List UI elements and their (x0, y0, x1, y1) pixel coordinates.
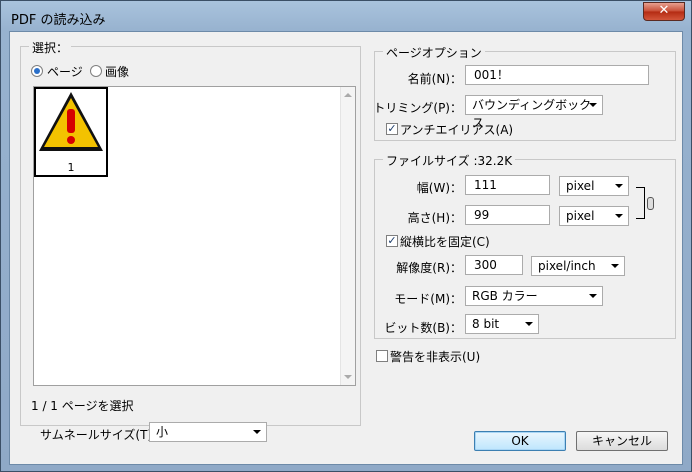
height-unit-select[interactable]: pixel (559, 206, 629, 226)
warning-icon (39, 92, 103, 151)
chevron-down-icon (253, 430, 261, 434)
thumbnail-size-select[interactable]: 小 (149, 422, 267, 442)
mode-label: モード(M)： (394, 292, 462, 306)
width-unit-select[interactable]: pixel (559, 176, 629, 196)
selection-group-title: 選択： (29, 39, 72, 56)
radio-image[interactable] (90, 65, 102, 77)
chevron-down-icon (615, 184, 623, 188)
radio-image-label: 画像 (105, 65, 130, 79)
height-unit-value: pixel (566, 209, 595, 223)
scroll-up-icon[interactable] (344, 93, 352, 97)
scroll-down-icon[interactable] (344, 375, 352, 379)
page-thumbnail-list[interactable]: 1 (33, 86, 356, 386)
width-field[interactable]: 111 (465, 175, 550, 195)
chevron-down-icon (589, 103, 597, 107)
constrain-label: 縦横比を固定(C) (400, 235, 490, 249)
chevron-down-icon (589, 294, 597, 298)
dialog-body: 選択： ページ 画像 1 1 / 1 ページを選択 サムネールサイズ(T)： 小… (9, 31, 683, 465)
pdf-import-dialog: PDF の読み込み ✕ 選択： ページ 画像 1 1 / 1 ページを選択 サム… (0, 0, 692, 472)
mode-select[interactable]: RGB カラー (465, 286, 603, 306)
antialias-checkbox[interactable]: ✓ (386, 123, 398, 135)
page-thumbnail[interactable]: 1 (34, 87, 108, 177)
mode-value: RGB カラー (472, 289, 538, 303)
radio-page[interactable] (31, 65, 43, 77)
thumbnail-scrollbar[interactable] (340, 87, 355, 385)
crop-select[interactable]: バウンディングボックス (465, 95, 603, 130)
bit-depth-value: 8 bit (472, 317, 500, 331)
window-title: PDF の読み込み (11, 13, 106, 28)
thumbnail-size-label: サムネールサイズ(T)： (40, 428, 165, 442)
height-field[interactable]: 99 (465, 205, 550, 225)
close-button[interactable]: ✕ (643, 2, 685, 21)
suppress-warnings-checkbox[interactable] (376, 350, 388, 362)
image-size-group-title: ファイルサイズ :32.2K (383, 152, 516, 169)
thumbnail-page-number: 1 (67, 161, 75, 174)
chevron-down-icon (615, 214, 623, 218)
title-bar[interactable]: PDF の読み込み ✕ (1, 1, 691, 33)
suppress-warnings-label: 警告を非表示(U) (390, 350, 481, 364)
selection-status: 1 / 1 ページを選択 (31, 399, 134, 413)
cancel-button[interactable]: キャンセル (576, 431, 668, 451)
name-field[interactable]: 001！ (465, 65, 649, 85)
height-label: 高さ(H)： (407, 211, 462, 225)
crop-label: トリミング(P)： (373, 101, 462, 115)
resolution-unit-value: pixel/inch (538, 259, 596, 273)
ok-button[interactable]: OK (474, 431, 566, 451)
antialias-label: アンチエイリアス(A) (400, 123, 514, 137)
page-options-group-title: ページオプション (383, 44, 485, 61)
chain-link-icon (647, 197, 654, 210)
close-icon: ✕ (658, 3, 670, 18)
bit-depth-label: ビット数(B)： (384, 321, 462, 335)
width-unit-value: pixel (566, 179, 595, 193)
chevron-down-icon (611, 264, 619, 268)
resolution-field[interactable]: 300 (465, 255, 523, 275)
radio-page-label: ページ (47, 65, 83, 79)
width-label: 幅(W)： (416, 181, 462, 195)
name-label: 名前(N)： (407, 72, 462, 86)
resolution-unit-select[interactable]: pixel/inch (531, 256, 625, 276)
constrain-checkbox[interactable]: ✓ (386, 235, 398, 247)
thumbnail-size-value: 小 (156, 425, 169, 439)
chevron-down-icon (525, 322, 533, 326)
aspect-link-bracket (636, 187, 645, 219)
bit-depth-select[interactable]: 8 bit (465, 314, 539, 334)
resolution-label: 解像度(R)： (396, 261, 462, 275)
